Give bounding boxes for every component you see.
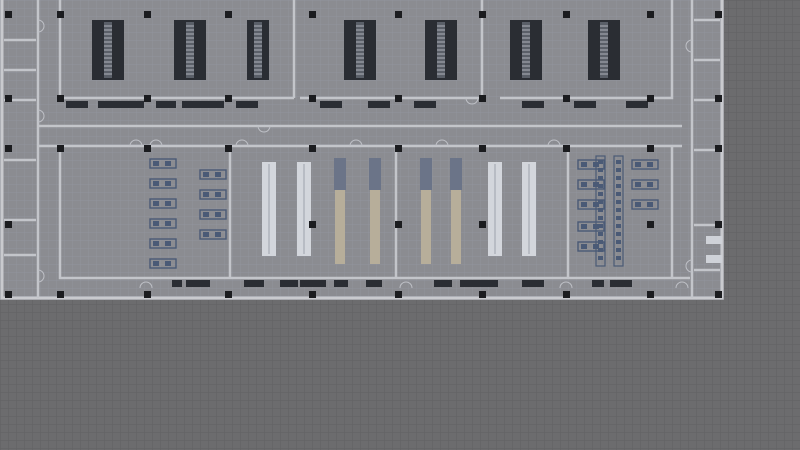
server-rack[interactable] bbox=[425, 20, 457, 80]
pillar bbox=[647, 95, 654, 102]
pillar bbox=[647, 145, 654, 152]
pillar bbox=[225, 11, 232, 18]
pillar bbox=[715, 221, 722, 228]
pillar bbox=[395, 221, 402, 228]
pillar bbox=[479, 11, 486, 18]
pillar bbox=[5, 221, 12, 228]
pillar bbox=[479, 145, 486, 152]
pillar bbox=[309, 95, 316, 102]
storage-rack[interactable] bbox=[522, 162, 536, 256]
pillar bbox=[57, 291, 64, 298]
pillar bbox=[57, 145, 64, 152]
pillar bbox=[563, 291, 570, 298]
server-rack[interactable] bbox=[247, 20, 269, 80]
pillar bbox=[144, 11, 151, 18]
pillar bbox=[395, 291, 402, 298]
pillar bbox=[225, 145, 232, 152]
pillar bbox=[309, 11, 316, 18]
pillar bbox=[715, 11, 722, 18]
server-rack[interactable] bbox=[174, 20, 206, 80]
server-rack[interactable] bbox=[510, 20, 542, 80]
pillar bbox=[225, 95, 232, 102]
pillar bbox=[395, 95, 402, 102]
floor-plan-map[interactable] bbox=[0, 0, 800, 450]
pillar bbox=[144, 95, 151, 102]
pillar bbox=[5, 291, 12, 298]
pillar bbox=[309, 291, 316, 298]
pillar bbox=[563, 145, 570, 152]
pillar bbox=[479, 291, 486, 298]
pillar bbox=[395, 145, 402, 152]
pillar bbox=[5, 95, 12, 102]
pillar bbox=[5, 11, 12, 18]
server-rack[interactable] bbox=[92, 20, 124, 80]
storage-rack[interactable] bbox=[297, 162, 311, 256]
storage-rack[interactable] bbox=[334, 158, 346, 264]
storage-rack[interactable] bbox=[450, 158, 462, 264]
pillar bbox=[309, 221, 316, 228]
pillar bbox=[5, 145, 12, 152]
storage-rack[interactable] bbox=[420, 158, 432, 264]
level-editor-viewport[interactable] bbox=[0, 0, 800, 450]
storage-rack[interactable] bbox=[369, 158, 381, 264]
pillar bbox=[57, 95, 64, 102]
pillar bbox=[225, 291, 232, 298]
storage-rack[interactable] bbox=[262, 162, 276, 256]
pillar bbox=[715, 291, 722, 298]
pillar bbox=[144, 291, 151, 298]
pillar bbox=[563, 95, 570, 102]
pillar bbox=[479, 95, 486, 102]
pillar bbox=[309, 145, 316, 152]
server-rack[interactable] bbox=[588, 20, 620, 80]
storage-rack[interactable] bbox=[488, 162, 502, 256]
pillar bbox=[144, 145, 151, 152]
pillar bbox=[563, 11, 570, 18]
pillar bbox=[647, 291, 654, 298]
pillar bbox=[647, 221, 654, 228]
pillar bbox=[715, 145, 722, 152]
server-rack[interactable] bbox=[344, 20, 376, 80]
pillar bbox=[479, 221, 486, 228]
pillar bbox=[57, 11, 64, 18]
pillar bbox=[647, 11, 654, 18]
pillar bbox=[395, 11, 402, 18]
pillar bbox=[715, 95, 722, 102]
